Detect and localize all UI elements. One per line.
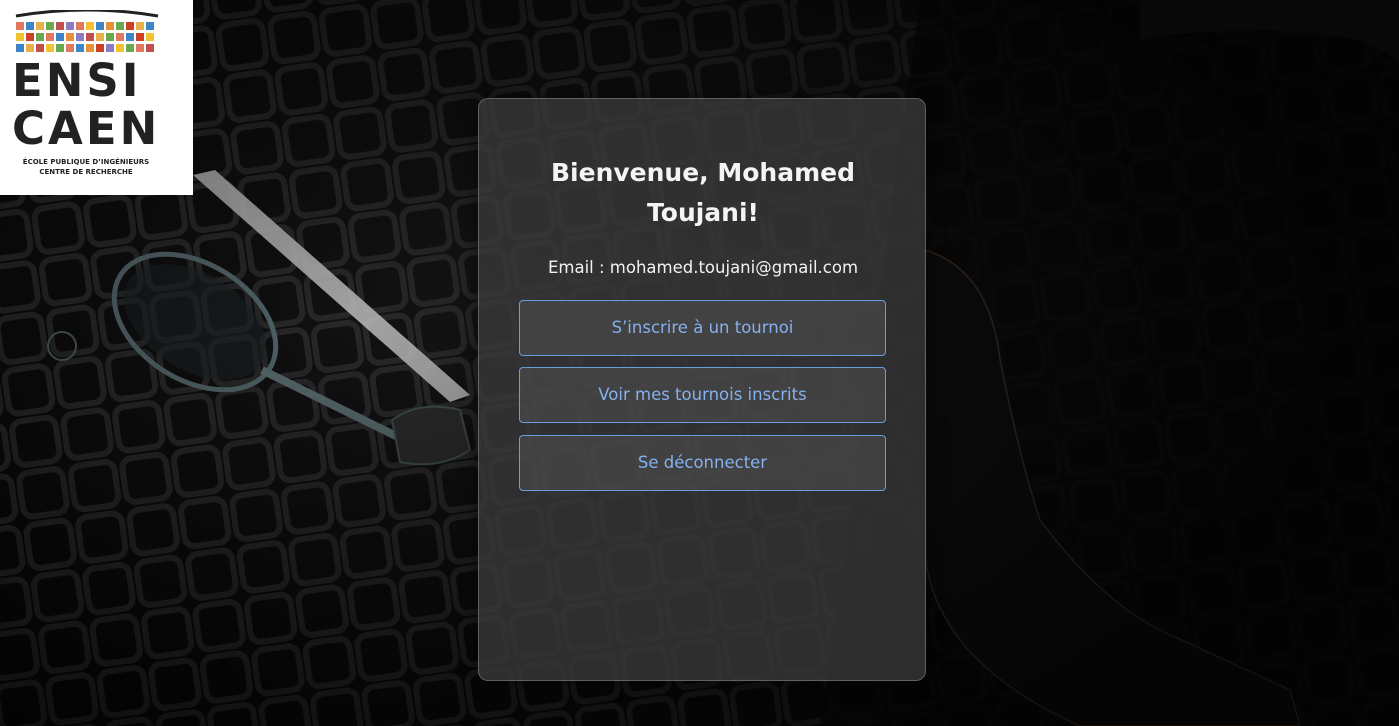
view-my-tournaments-button[interactable]: Voir mes tournois inscrits	[519, 367, 886, 423]
ensicaen-logo: ENSI CAEN ÉCOLE PUBLIQUE D’INGÉNIEURS CE…	[0, 0, 193, 195]
logo-word-caen: CAEN	[12, 102, 161, 155]
logo-tagline: ÉCOLE PUBLIQUE D’INGÉNIEURS	[22, 158, 150, 166]
logout-button[interactable]: Se déconnecter	[519, 435, 886, 491]
welcome-card: Bienvenue, Mohamed Toujani! Email : moha…	[478, 98, 926, 681]
logo-tagline-research: CENTRE DE RECHERCHE	[39, 168, 133, 176]
logo-word-ensi: ENSI	[12, 54, 142, 107]
logo-color-bars-icon	[15, 10, 159, 52]
user-email: Email : mohamed.toujani@gmail.com	[547, 258, 859, 277]
register-tournament-button[interactable]: S’inscrire à un tournoi	[519, 300, 886, 356]
welcome-title: Bienvenue, Mohamed Toujani!	[550, 158, 855, 227]
